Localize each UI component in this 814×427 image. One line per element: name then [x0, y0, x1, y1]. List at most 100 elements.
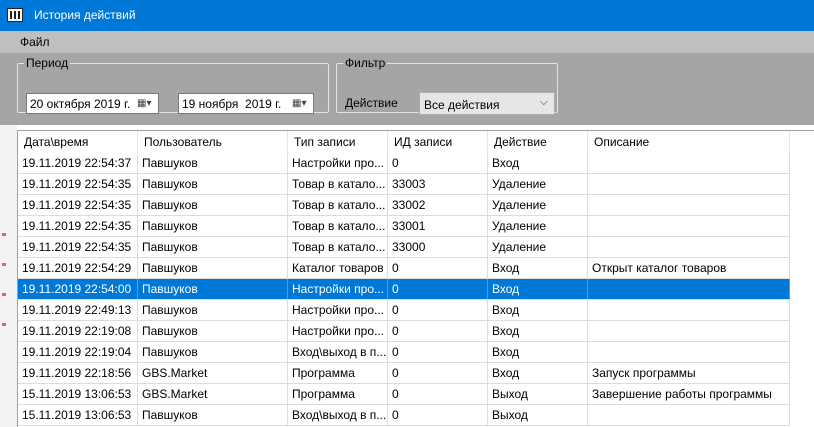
cell-user: Павшуков	[138, 405, 288, 425]
table-row[interactable]: 15.11.2019 13:06:53 GBS.Market Программа 0 В…	[18, 384, 790, 405]
period-legend: Период	[26, 56, 69, 70]
table-row[interactable]: 19.11.2019 22:19:08 Павшуков Настройки про…	[18, 321, 790, 342]
cell-datetime: 19.11.2019 22:54:00	[18, 279, 138, 299]
app-icon	[7, 8, 23, 22]
cell-action: Вход	[488, 321, 588, 341]
cell-description	[588, 405, 790, 425]
cell-type: Каталог товаров	[288, 258, 388, 278]
cell-action: Вход	[488, 342, 588, 362]
action-select[interactable]: Все действия ⌵	[419, 92, 555, 115]
cell-type: Программа	[288, 384, 388, 404]
cell-datetime: 19.11.2019 22:54:35	[18, 195, 138, 215]
cell-user: Павшуков	[138, 258, 288, 278]
cell-description	[588, 321, 790, 341]
left-edge	[0, 125, 17, 427]
cell-datetime: 19.11.2019 22:54:35	[18, 216, 138, 236]
cell-record-id: 0	[388, 342, 488, 362]
cell-record-id: 0	[388, 153, 488, 173]
period-group: Период 20 октября 2019 г. ▦▾ 19 ноября 2…	[17, 56, 329, 114]
cell-user: Павшуков	[138, 237, 288, 257]
table-row[interactable]: 19.11.2019 22:54:35 Павшуков Товар в катал…	[18, 195, 790, 216]
header-col-action[interactable]: Действие	[488, 131, 588, 153]
table-row[interactable]: 15.11.2019 13:06:53 Павшуков Вход\выход в …	[18, 405, 790, 426]
cell-type: Настройки про...	[288, 321, 388, 341]
cell-user: Павшуков	[138, 174, 288, 194]
cell-type: Товар в катало...	[288, 195, 388, 215]
cell-user: Павшуков	[138, 300, 288, 320]
cell-record-id: 33001	[388, 216, 488, 236]
cell-description	[588, 174, 790, 194]
cell-record-id: 0	[388, 363, 488, 383]
cell-action: Выход	[488, 384, 588, 404]
cell-datetime: 19.11.2019 22:49:13	[18, 300, 138, 320]
cell-datetime: 19.11.2019 22:19:08	[18, 321, 138, 341]
cell-record-id: 0	[388, 300, 488, 320]
header-col-user[interactable]: Пользователь	[138, 131, 288, 153]
cell-type: Товар в катало...	[288, 216, 388, 236]
cell-datetime: 15.11.2019 13:06:53	[18, 384, 138, 404]
cell-datetime: 19.11.2019 22:19:04	[18, 342, 138, 362]
cell-type: Товар в катало...	[288, 174, 388, 194]
cell-description: Открыт каталог товаров	[588, 258, 790, 278]
calendar-dropdown-icon[interactable]: ▦▾	[137, 97, 155, 110]
cell-type: Товар в катало...	[288, 237, 388, 257]
cell-description	[588, 237, 790, 257]
cell-type: Программа	[288, 363, 388, 383]
cell-action: Удаление	[488, 174, 588, 194]
cell-user: Павшуков	[138, 153, 288, 173]
window-title: История действий	[34, 8, 136, 22]
cell-record-id: 0	[388, 321, 488, 341]
cell-type: Настройки про...	[288, 153, 388, 173]
date-to-value: 19 ноября 2019 г.	[182, 97, 282, 111]
table-row[interactable]: 19.11.2019 22:54:35 Павшуков Товар в катал…	[18, 237, 790, 258]
cell-action: Вход	[488, 363, 588, 383]
cell-type: Вход\выход в п...	[288, 405, 388, 425]
action-label: Действие	[345, 96, 398, 110]
table-row[interactable]: 19.11.2019 22:18:56 GBS.Market Программа 0 В…	[18, 363, 790, 384]
cell-datetime: 19.11.2019 22:54:29	[18, 258, 138, 278]
cell-description: Запуск программы	[588, 363, 790, 383]
filter-legend: Фильтр	[345, 56, 386, 70]
cell-action: Удаление	[488, 195, 588, 215]
date-from-value: 20 октября 2019 г.	[30, 97, 131, 111]
date-from-picker[interactable]: 20 октября 2019 г. ▦▾	[26, 93, 159, 114]
cell-type: Настройки про...	[288, 300, 388, 320]
table-row[interactable]: 19.11.2019 22:54:35 Павшуков Товар в катал…	[18, 216, 790, 237]
cell-record-id: 33000	[388, 237, 488, 257]
calendar-dropdown-icon[interactable]: ▦▾	[292, 97, 310, 110]
header-col-type[interactable]: Тип записи	[288, 131, 388, 153]
cell-action: Вход	[488, 279, 588, 299]
date-to-picker[interactable]: 19 ноября 2019 г. ▦▾	[178, 93, 314, 114]
cell-user: Павшуков	[138, 321, 288, 341]
cell-datetime: 15.11.2019 13:06:53	[18, 405, 138, 425]
action-select-value: Все действия	[424, 98, 500, 112]
cell-user: Павшуков	[138, 195, 288, 215]
cell-description	[588, 216, 790, 236]
menu-file[interactable]: Файл	[20, 35, 50, 49]
cell-record-id: 33002	[388, 195, 488, 215]
header-col-datetime[interactable]: Дата\время	[18, 131, 138, 153]
filter-group: Фильтр Действие Все действия ⌵	[336, 56, 558, 115]
cell-record-id: 0	[388, 384, 488, 404]
cell-description	[588, 195, 790, 215]
cell-action: Удаление	[488, 216, 588, 236]
table-row[interactable]: 19.11.2019 22:54:00 Павшуков Настройки про…	[18, 279, 790, 300]
title-bar: История действий	[0, 0, 814, 31]
cell-record-id: 0	[388, 258, 488, 278]
table-row[interactable]: 19.11.2019 22:54:29 Павшуков Каталог товар…	[18, 258, 790, 279]
cell-datetime: 19.11.2019 22:18:56	[18, 363, 138, 383]
cell-action: Вход	[488, 153, 588, 173]
table-row[interactable]: 19.11.2019 22:54:35 Павшуков Товар в катал…	[18, 174, 790, 195]
cell-record-id: 0	[388, 405, 488, 425]
menu-bar: Файл	[0, 31, 814, 53]
header-col-record-id[interactable]: ИД записи	[388, 131, 488, 153]
filter-panel: Период 20 октября 2019 г. ▦▾ 19 ноября 2…	[0, 53, 814, 125]
grid-header: Дата\время Пользователь Тип записи ИД запис…	[18, 131, 814, 153]
cell-action: Вход	[488, 258, 588, 278]
actions-grid[interactable]: Дата\время Пользователь Тип записи ИД запис…	[17, 130, 814, 427]
header-col-description[interactable]: Описание	[588, 131, 790, 153]
table-row[interactable]: 19.11.2019 22:19:04 Павшуков Вход\выход в …	[18, 342, 790, 363]
table-row[interactable]: 19.11.2019 22:54:37 Павшуков Настройки про…	[18, 153, 790, 174]
table-row[interactable]: 19.11.2019 22:49:13 Павшуков Настройки про…	[18, 300, 790, 321]
cell-record-id: 0	[388, 279, 488, 299]
